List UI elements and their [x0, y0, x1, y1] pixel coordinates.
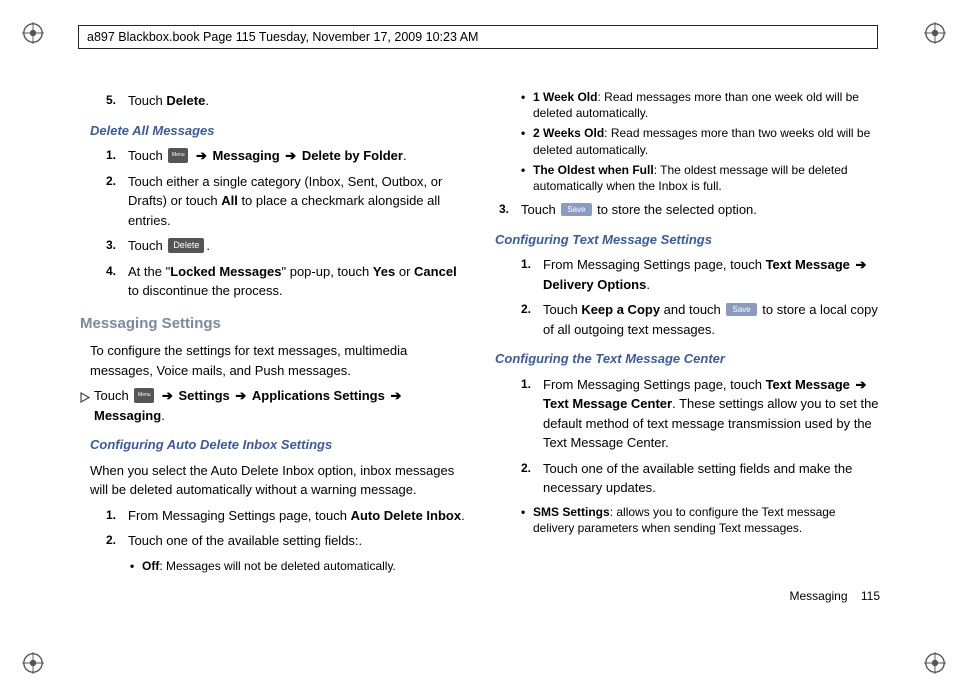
arrow-icon: ➔: [855, 377, 866, 392]
step-2: 2. Touch either a single category (Inbox…: [106, 172, 465, 231]
pointer-step: Touch Menu ➔ Settings ➔ Applications Set…: [80, 386, 465, 425]
step-1: 1. Touch Menu ➔ Messaging ➔ Delete by Fo…: [106, 146, 465, 166]
footer-category: Messaging: [789, 589, 847, 603]
step-number: 2.: [521, 459, 543, 498]
header-text: a897 Blackbox.book Page 115 Tuesday, Nov…: [87, 30, 478, 44]
step-3: 3. Touch Save to store the selected opti…: [499, 200, 880, 220]
bullet-dot: •: [521, 89, 533, 121]
step-1: 1. From Messaging Settings page, touch A…: [106, 506, 465, 526]
step-number: 5.: [106, 91, 128, 111]
step-3: 3. Touch Delete.: [106, 236, 465, 256]
step-body: From Messaging Settings page, touch Text…: [543, 375, 880, 453]
step-body: Touch one of the available setting field…: [543, 459, 880, 498]
paragraph: When you select the Auto Delete Inbox op…: [90, 461, 465, 500]
bullet-body: The Oldest when Full: The oldest message…: [533, 162, 880, 194]
bullet-sms-settings: • SMS Settings: allows you to configure …: [521, 504, 880, 536]
arrow-icon: ➔: [285, 148, 296, 163]
step-1: 1. From Messaging Settings page, touch T…: [521, 375, 880, 453]
heading-text-msg-settings: Configuring Text Message Settings: [495, 230, 880, 250]
crop-mark-icon: [22, 22, 44, 44]
step-body: Touch Keep a Copy and touch Save to stor…: [543, 300, 880, 339]
step-body: From Messaging Settings page, touch Text…: [543, 255, 880, 294]
bullet-2weeks: • 2 Weeks Old: Read messages more than t…: [521, 125, 880, 157]
step-number: 3.: [106, 236, 128, 256]
bullet-dot: •: [130, 557, 142, 575]
heading-auto-delete: Configuring Auto Delete Inbox Settings: [90, 435, 465, 455]
page-content: 5. Touch Delete. Delete All Messages 1. …: [80, 85, 880, 625]
step-1: 1. From Messaging Settings page, touch T…: [521, 255, 880, 294]
bullet-off: • Off: Messages will not be deleted auto…: [130, 557, 465, 575]
step-4: 4. At the "Locked Messages" pop-up, touc…: [106, 262, 465, 301]
menu-icon: Menu: [134, 388, 154, 403]
step-number: 3.: [499, 200, 521, 220]
bullet-body: 1 Week Old: Read messages more than one …: [533, 89, 880, 121]
column-right: • 1 Week Old: Read messages more than on…: [495, 85, 880, 625]
arrow-icon: ➔: [196, 148, 207, 163]
step-body: From Messaging Settings page, touch Auto…: [128, 506, 465, 526]
bullet-body: Off: Messages will not be deleted automa…: [142, 557, 396, 575]
step-5: 5. Touch Delete.: [106, 91, 465, 111]
crop-mark-icon: [924, 22, 946, 44]
step-number: 1.: [521, 255, 543, 294]
save-button-icon: Save: [561, 203, 591, 216]
save-button-icon: Save: [726, 303, 756, 316]
bullet-dot: •: [521, 125, 533, 157]
step-body: Touch one of the available setting field…: [128, 531, 465, 551]
crop-mark-icon: [22, 652, 44, 674]
bullet-1week: • 1 Week Old: Read messages more than on…: [521, 89, 880, 121]
step-2: 2. Touch Keep a Copy and touch Save to s…: [521, 300, 880, 339]
triangle-icon: [80, 389, 90, 409]
footer-page-number: 115: [861, 589, 880, 603]
bullet-oldest: • The Oldest when Full: The oldest messa…: [521, 162, 880, 194]
step-body: Touch Delete.: [128, 236, 465, 256]
heading-messaging-settings: Messaging Settings: [80, 313, 465, 336]
heading-text-msg-center: Configuring the Text Message Center: [495, 349, 880, 369]
bullet-dot: •: [521, 504, 533, 536]
heading-delete-all: Delete All Messages: [90, 121, 465, 141]
arrow-icon: ➔: [162, 388, 173, 403]
step-number: 1.: [106, 506, 128, 526]
step-body: Touch Menu ➔ Messaging ➔ Delete by Folde…: [128, 146, 465, 166]
step-number: 2.: [521, 300, 543, 339]
bullet-dot: •: [521, 162, 533, 194]
step-body: Touch Save to store the selected option.: [521, 200, 880, 220]
bullet-body: 2 Weeks Old: Read messages more than two…: [533, 125, 880, 157]
step-body: Touch either a single category (Inbox, S…: [128, 172, 465, 231]
page-header: a897 Blackbox.book Page 115 Tuesday, Nov…: [78, 25, 878, 49]
step-number: 2.: [106, 531, 128, 551]
delete-button-icon: Delete: [168, 238, 204, 254]
menu-icon: Menu: [168, 148, 188, 163]
step-number: 4.: [106, 262, 128, 301]
step-body: At the "Locked Messages" pop-up, touch Y…: [128, 262, 465, 301]
crop-mark-icon: [924, 652, 946, 674]
pointer-body: Touch Menu ➔ Settings ➔ Applications Set…: [94, 386, 465, 425]
paragraph: To configure the settings for text messa…: [90, 341, 465, 380]
step-number: 2.: [106, 172, 128, 231]
column-left: 5. Touch Delete. Delete All Messages 1. …: [80, 85, 465, 625]
step-2: 2. Touch one of the available setting fi…: [521, 459, 880, 498]
arrow-icon: ➔: [855, 257, 866, 272]
step-2: 2. Touch one of the available setting fi…: [106, 531, 465, 551]
step-number: 1.: [521, 375, 543, 453]
arrow-icon: ➔: [390, 388, 401, 403]
bullet-body: SMS Settings: allows you to configure th…: [533, 504, 880, 536]
step-number: 1.: [106, 146, 128, 166]
step-body: Touch Delete.: [128, 91, 465, 111]
arrow-icon: ➔: [235, 388, 246, 403]
page-footer: Messaging 115: [789, 587, 880, 605]
